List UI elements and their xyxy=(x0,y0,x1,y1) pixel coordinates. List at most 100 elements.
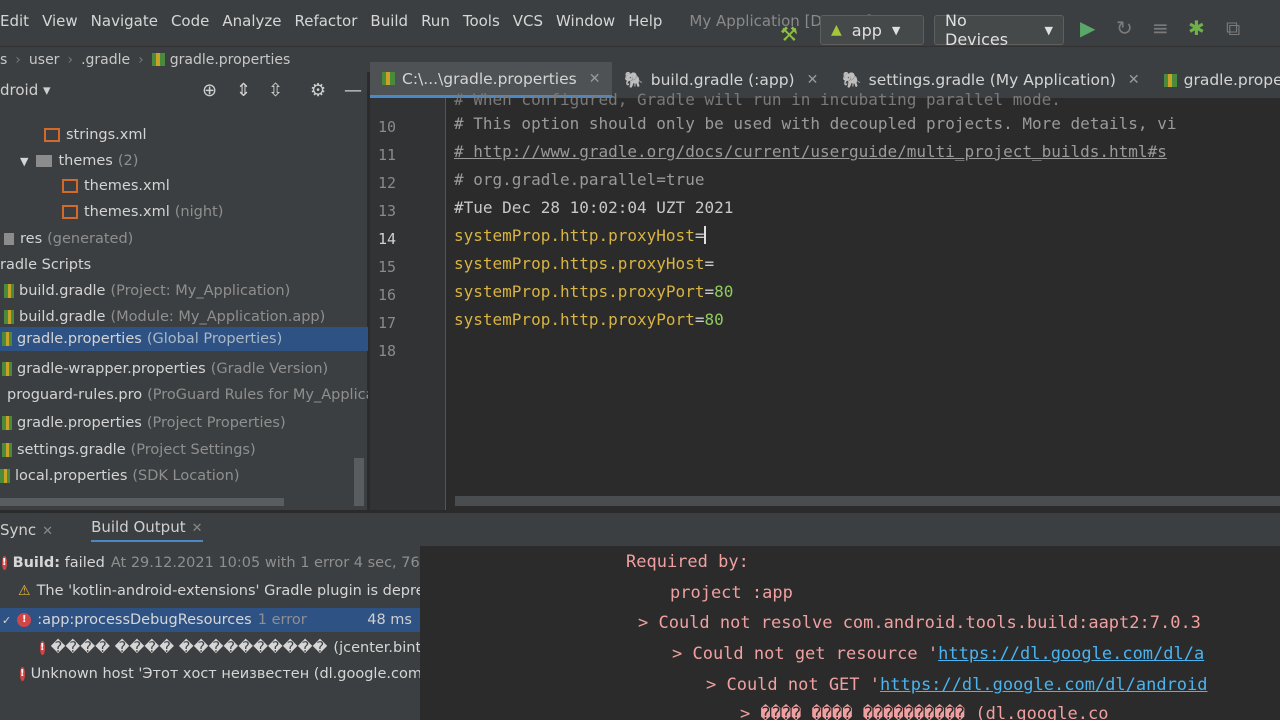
console-line: > ���� ���� ���������� (dl.google.co xyxy=(740,704,1109,720)
chevron-down-icon: ▼ xyxy=(891,23,901,37)
close-icon[interactable]: ✕ xyxy=(42,524,53,539)
breadcrumb-item[interactable]: s xyxy=(0,52,7,68)
tree-item-hint: (SDK Location) xyxy=(132,468,240,484)
tab-sync[interactable]: Sync ✕ xyxy=(0,521,53,539)
chevron-right-icon: › xyxy=(15,51,21,68)
menu-help[interactable]: Help xyxy=(628,12,662,30)
breadcrumb-item[interactable]: gradle.properties xyxy=(151,51,299,68)
tree-item[interactable]: build.gradle (Module: My_Application.app) xyxy=(0,305,368,329)
folder-icon xyxy=(36,155,53,167)
tree-item-hint: (night) xyxy=(174,204,224,220)
tree-item-label: themes.xml xyxy=(84,204,170,220)
gradle-file-icon xyxy=(1163,73,1177,87)
property-value: 80 xyxy=(714,282,734,301)
menu-refactor[interactable]: Refactor xyxy=(294,12,357,30)
build-error-row[interactable]: ! ���� ���� ���������� (jcenter.bint xyxy=(0,636,420,660)
locate-icon[interactable]: ⊕ xyxy=(202,80,217,101)
close-icon[interactable]: ✕ xyxy=(589,71,601,87)
tab-project-gradle-properties[interactable]: gradle.properties xyxy=(1152,62,1280,98)
tree-item[interactable]: proguard-rules.pro (ProGuard Rules for My… xyxy=(0,383,368,407)
tree-item-label: gradle.properties xyxy=(17,331,142,347)
menu-code[interactable]: Code xyxy=(171,12,209,30)
menu-run[interactable]: Run xyxy=(421,12,450,30)
build-error-row[interactable]: ! Unknown host 'Этот хост неизвестен (dl.… xyxy=(0,662,420,686)
build-status-row[interactable]: ! Build: failed At 29.12.2021 10:05 with 1… xyxy=(0,551,420,575)
tree-item[interactable]: radle Scripts xyxy=(0,253,368,277)
build-status-details: At 29.12.2021 10:05 with 1 error 4 sec, … xyxy=(110,555,420,571)
error-icon: ! xyxy=(2,556,7,570)
tree-item-hint: (ProGuard Rules for My_Applicati xyxy=(147,387,368,403)
close-icon[interactable]: ✕ xyxy=(807,72,819,88)
menu-window[interactable]: Window xyxy=(556,12,615,30)
tree-item-label: themes.xml xyxy=(84,178,170,194)
device-combo[interactable]: No Devices ▼ xyxy=(934,11,1064,49)
make-project-icon[interactable]: ⚒ xyxy=(780,22,798,46)
code-line-current: systemProp.http.proxyHost= xyxy=(454,226,707,245)
project-scrollbar-horizontal[interactable] xyxy=(0,498,284,506)
build-task-row-selected[interactable]: ✓!:app:processDebugResources 1 error 48 ms xyxy=(0,608,420,632)
build-status-value: failed xyxy=(64,555,105,571)
line-number: 18 xyxy=(377,342,396,360)
code-line: systemProp.https.proxyHost= xyxy=(454,254,715,273)
menu-view[interactable]: View xyxy=(42,12,78,30)
console-line: Required by: xyxy=(626,552,749,572)
menu-tools[interactable]: Tools xyxy=(463,12,500,30)
editor-scrollbar-horizontal[interactable] xyxy=(455,496,1280,506)
build-warning-row[interactable]: ⚠ The 'kotlin-android-extensions' Gradle … xyxy=(0,579,420,603)
rerun-icon[interactable]: ↻ xyxy=(1116,16,1133,40)
console-line: > Could not get resource 'https://dl.goo… xyxy=(672,644,1204,664)
apply-changes-icon[interactable]: ≡ xyxy=(1152,16,1169,40)
build-console[interactable]: Required by: project :app > Could not re… xyxy=(420,546,1280,720)
project-view-label: droid xyxy=(0,81,39,99)
run-config-combo[interactable]: ▲ app ▼ xyxy=(820,15,924,45)
tab-build-output[interactable]: Build Output ✕ xyxy=(91,518,203,542)
menu-navigate[interactable]: Navigate xyxy=(91,12,158,30)
code-line-link[interactable]: # http://www.gradle.org/docs/current/use… xyxy=(454,142,1167,161)
menu-edit[interactable]: Edit xyxy=(0,12,29,30)
breadcrumb-label: gradle.properties xyxy=(169,51,291,68)
tree-item-hint: (Project Properties) xyxy=(146,415,286,431)
debug-icon[interactable]: ✱ xyxy=(1188,16,1205,40)
tree-item[interactable]: themes.xml (night) xyxy=(0,200,368,224)
hide-icon[interactable]: — xyxy=(344,80,362,101)
tree-item[interactable]: strings.xml xyxy=(0,123,368,147)
breadcrumb-item[interactable]: user xyxy=(29,52,60,68)
chevron-down-icon: ✓ xyxy=(2,613,12,627)
tree-item[interactable]: gradle.properties (Project Properties) xyxy=(0,411,368,435)
console-link[interactable]: https://dl.google.com/dl/android xyxy=(880,675,1208,695)
menu-build[interactable]: Build xyxy=(370,12,408,30)
tree-item[interactable]: build.gradle (Project: My_Application) xyxy=(0,279,368,303)
console-link[interactable]: https://dl.google.com/dl/a xyxy=(938,644,1204,664)
code-editor[interactable]: # When configured, Gradle will run in in… xyxy=(447,90,1280,510)
tree-item[interactable]: themes.xml xyxy=(0,174,368,198)
tree-item[interactable]: ▼ themes (2) xyxy=(0,149,368,173)
expand-all-icon[interactable]: ⇕ xyxy=(236,80,251,101)
gear-icon[interactable]: ⚙ xyxy=(310,80,326,101)
attach-debugger-icon[interactable]: ⧉ xyxy=(1226,16,1240,40)
tree-item[interactable]: local.properties (SDK Location) xyxy=(0,464,368,488)
breadcrumb-item[interactable]: .gradle xyxy=(81,52,130,68)
tree-item[interactable]: gradle-wrapper.properties (Gradle Version… xyxy=(0,357,368,381)
code-line: #Tue Dec 28 10:02:04 UZT 2021 xyxy=(454,198,734,217)
run-icon[interactable]: ▶ xyxy=(1080,16,1095,40)
menu-analyze[interactable]: Analyze xyxy=(222,12,281,30)
tree-item-label: build.gradle xyxy=(19,283,106,299)
chevron-right-icon: › xyxy=(67,51,74,68)
tree-item-hint: (2) xyxy=(117,153,139,169)
error-icon: ! xyxy=(17,613,32,627)
code-line: # org.gradle.parallel=true xyxy=(454,170,705,189)
gradle-file-icon xyxy=(2,362,12,376)
close-icon[interactable]: ✕ xyxy=(192,521,203,536)
collapse-all-icon[interactable]: ⇳ xyxy=(268,80,283,101)
run-config-label: app xyxy=(851,20,882,40)
build-task-errors: 1 error xyxy=(257,612,307,628)
tree-item[interactable]: settings.gradle (Project Settings) xyxy=(0,438,368,462)
tab-label: settings.gradle (My Application) xyxy=(868,71,1116,89)
tree-item-selected[interactable]: gradle.properties (Global Properties) xyxy=(0,327,368,351)
close-icon[interactable]: ✕ xyxy=(1128,72,1140,88)
menu-vcs[interactable]: VCS xyxy=(513,12,543,30)
project-view-selector[interactable]: droid ▾ xyxy=(0,81,51,99)
project-scrollbar-vertical[interactable] xyxy=(354,458,364,506)
gradle-file-icon xyxy=(2,416,12,430)
tree-item[interactable]: res (generated) xyxy=(0,227,368,251)
